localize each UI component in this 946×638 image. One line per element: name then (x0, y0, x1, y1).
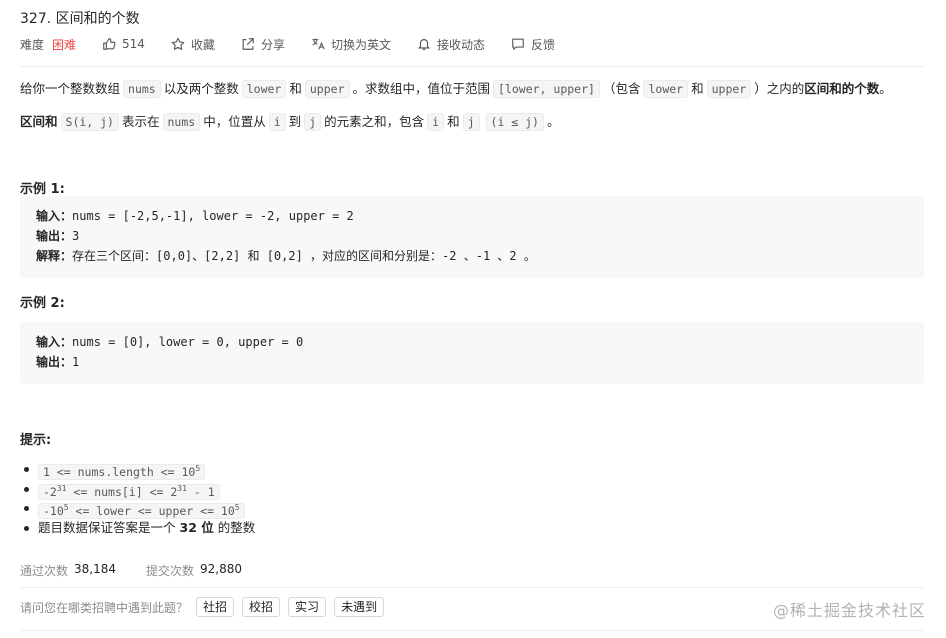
watermark: @稀土掘金技术社区 (772, 601, 926, 620)
switch-language-label: 切换为英文 (330, 37, 391, 52)
interview-survey: 请问您在哪类招聘中遇到此题？ 社招 校招 实习 未遇到 (20, 597, 385, 617)
bold-range-sum-count: 区间和的个数 (804, 81, 880, 96)
bell-icon (417, 39, 431, 50)
bold-range-sum: 区间和 (20, 114, 58, 129)
subscribe-button[interactable]: 接收动态 (417, 36, 485, 53)
favorite-button[interactable]: 收藏 (171, 36, 215, 53)
hint-item: -231 <= nums[i] <= 231 - 1 (23, 479, 255, 500)
example-1-block: 输入：nums = [-2,5,-1], lower = -2, upper =… (20, 196, 924, 278)
code-s-i-j: S(i, j) (60, 113, 119, 131)
like-button[interactable]: 514 (102, 37, 145, 51)
code-nums-2: nums (162, 113, 201, 131)
favorite-label: 收藏 (190, 37, 215, 52)
code-j-2: j (462, 113, 480, 131)
example-1-output: 3 (72, 229, 80, 243)
submission-stats: 通过次数 38,184 提交次数 92,880 (20, 562, 272, 579)
star-icon (171, 37, 185, 50)
difficulty-label: 难度 (20, 37, 45, 52)
example-2-input: nums = [0], lower = 0, upper = 0 (72, 335, 304, 349)
example-1-explain: 存在三个区间：[0,0]、[2,2] 和 [0,2] ，对应的区间和分别是：-2… (72, 249, 536, 263)
example-2-input-label: 输入： (36, 335, 73, 349)
code-j: j (304, 113, 322, 131)
hints-list: 1 <= nums.length <= 105 -231 <= nums[i] … (23, 459, 255, 538)
share-icon (242, 38, 254, 50)
switch-language-button[interactable]: 切换为英文 (311, 36, 391, 53)
hints-heading: 提示: (20, 433, 52, 448)
code-range: [lower, upper] (493, 80, 600, 98)
example-2-output: 1 (72, 355, 80, 369)
example-1-input: nums = [-2,5,-1], lower = -2, upper = 2 (72, 209, 354, 223)
hint-item: -105 <= lower <= upper <= 105 (23, 498, 255, 519)
code-i-2: i (427, 113, 445, 131)
example-1-input-label: 输入： (36, 209, 73, 223)
example-2-block: 输入：nums = [0], lower = 0, upper = 0 输出：1 (20, 322, 924, 384)
code-nums: nums (123, 80, 161, 98)
share-button[interactable]: 分享 (241, 36, 285, 53)
code-upper: upper (304, 80, 350, 98)
description-paragraph-1: 给你一个整数数组 nums 以及两个整数 lower 和 upper 。求数组中，值位于范围… (20, 80, 892, 98)
stats-divider (20, 587, 924, 588)
description-paragraph-2: 区间和 S(i, j) 表示在 nums 中，位置从 i 到 j 的元素之和，包含 i 和 j (i ≤… (20, 113, 560, 131)
like-count: 514 (122, 37, 145, 51)
code-upper-2: upper (706, 80, 752, 98)
feedback-label: 反馈 (531, 37, 556, 52)
submissions-label: 提交次数 (146, 564, 195, 578)
message-icon (512, 38, 524, 50)
code-lower-2: lower (643, 80, 689, 98)
example-1-explain-label: 解释： (36, 249, 73, 263)
code-lower: lower (241, 80, 287, 98)
submissions-count: 92,880 (200, 562, 243, 576)
example-2-heading: 示例 2: (20, 296, 65, 311)
survey-option-campus[interactable]: 校招 (242, 597, 281, 617)
problem-toolbar: 难度 困难 514 收藏 分享 切换为英文 接收动态 反馈 (20, 35, 581, 53)
toolbar-divider (20, 66, 924, 67)
accepted-label: 通过次数 (20, 564, 69, 578)
code-condition: (i ≤ j) (485, 113, 544, 131)
accepted-count: 38,184 (74, 562, 117, 576)
example-1-heading: 示例 1: (20, 182, 65, 197)
share-label: 分享 (260, 37, 285, 52)
difficulty-badge: 困难 (52, 37, 77, 52)
hint-item: 题目数据保证答案是一个 32 位 的整数 (23, 518, 255, 538)
survey-option-not-met[interactable]: 未遇到 (334, 597, 385, 617)
hint-item: 1 <= nums.length <= 105 (23, 459, 255, 480)
problem-title: 327. 区间和的个数 (20, 11, 140, 27)
example-2-output-label: 输出： (36, 355, 73, 369)
thumbs-up-icon (103, 38, 116, 50)
bottom-divider (20, 630, 924, 631)
survey-question: 请问您在哪类招聘中遇到此题？ (20, 600, 189, 615)
feedback-button[interactable]: 反馈 (511, 36, 555, 53)
subscribe-label: 接收动态 (436, 37, 485, 52)
survey-option-social[interactable]: 社招 (196, 597, 235, 617)
code-i: i (268, 113, 286, 131)
survey-option-internship[interactable]: 实习 (288, 597, 327, 617)
example-1-output-label: 输出： (36, 229, 73, 243)
translate-icon (312, 38, 325, 50)
